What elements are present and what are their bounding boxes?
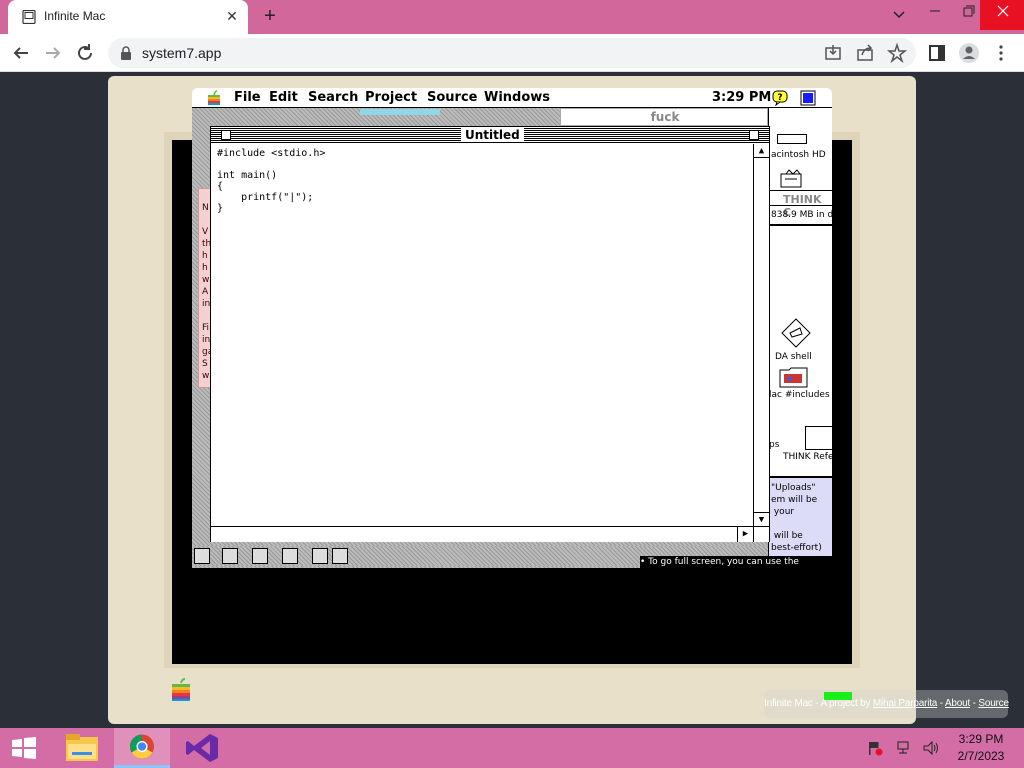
bookmark-star-icon[interactable] xyxy=(884,40,910,66)
window-close-icon[interactable] xyxy=(980,0,1024,30)
source-link[interactable]: Source xyxy=(978,698,1009,709)
think-c-window-titlebar[interactable]: THINK C xyxy=(769,190,832,219)
kebab-menu-icon[interactable] xyxy=(988,40,1014,66)
da-shell-label[interactable]: DA shell xyxy=(775,352,812,362)
background-window-fragment xyxy=(360,109,440,115)
menu-search[interactable]: Search xyxy=(308,90,358,105)
install-app-icon[interactable] xyxy=(820,40,846,66)
menu-windows[interactable]: Windows xyxy=(484,90,550,105)
notification-flag-icon[interactable] xyxy=(866,740,884,756)
browser-toolbar: system7.app xyxy=(0,34,1024,72)
hard-disk-icon[interactable] xyxy=(777,134,807,144)
close-box-icon[interactable] xyxy=(221,130,231,140)
windows-start-icon[interactable] xyxy=(0,728,48,768)
back-arrow-icon[interactable] xyxy=(8,40,34,66)
zoom-box-icon[interactable] xyxy=(749,130,759,140)
url-text: system7.app xyxy=(142,45,222,61)
background-window-title: fuck xyxy=(650,110,680,124)
think-reference-folder-icon[interactable] xyxy=(805,426,832,450)
vertical-scrollbar[interactable]: ▲ ▼ xyxy=(753,144,769,526)
sound-volume-icon[interactable] xyxy=(282,548,298,564)
chrome-icon[interactable] xyxy=(114,728,170,768)
finder-separator xyxy=(769,224,832,226)
menu-clock[interactable]: 3:29 PM xyxy=(712,90,771,105)
lock-icon xyxy=(121,46,131,60)
mac-menu-bar: File Edit Search Project Source Windows … xyxy=(192,88,832,108)
menu-project[interactable]: Project xyxy=(365,90,417,105)
forward-arrow-icon[interactable] xyxy=(40,40,66,66)
untitled-editor-window: Untitled #include <stdio.h> int main() {… xyxy=(210,126,770,542)
finder-desktop-strip: acintosh HD THINK C 838.9 MB in d DA she… xyxy=(768,108,832,568)
address-bar[interactable]: system7.app xyxy=(108,38,916,68)
new-tab-button[interactable]: + xyxy=(260,6,280,26)
grow-box-icon[interactable] xyxy=(753,527,769,542)
visual-studio-icon[interactable] xyxy=(174,728,230,768)
partial-icon-label[interactable]: ps xyxy=(769,440,779,450)
author-link[interactable]: Mihai Parparita xyxy=(873,698,937,709)
profile-avatar-icon[interactable] xyxy=(956,40,982,66)
control-strip-end-icon[interactable] xyxy=(332,548,348,564)
tab-infinite-mac[interactable]: Infinite Mac ✕ xyxy=(8,0,248,34)
taskbar-clock-time[interactable]: 3:29 PM xyxy=(946,732,1016,746)
mac-favicon-icon xyxy=(22,10,36,24)
taskbar-clock-date[interactable]: 2/7/2023 xyxy=(946,749,1016,763)
credits-bar: Infinite Mac - A project by Mihai Parpar… xyxy=(764,690,1009,718)
monitor-depth-icon[interactable] xyxy=(222,548,238,564)
reload-icon[interactable] xyxy=(72,40,98,66)
mac-screen[interactable]: fuck N V th h h w A in Fi in ga S w File… xyxy=(192,88,832,568)
mac-includes-folder-icon[interactable] xyxy=(779,366,809,388)
editor-title: Untitled xyxy=(461,128,524,142)
help-balloon-icon[interactable]: ? xyxy=(772,90,788,106)
mac-includes-label[interactable]: lac #includes xyxy=(769,390,830,400)
volume-icon[interactable] xyxy=(922,740,940,756)
da-shell-icon[interactable] xyxy=(781,318,811,348)
about-link[interactable]: About xyxy=(945,698,970,709)
tab-title: Infinite Mac xyxy=(44,9,106,23)
fullscreen-hint: • To go full screen, you can use the xyxy=(640,556,832,568)
uploads-note-window: "Uploads" em will be your will be best-e… xyxy=(769,476,832,568)
code-text[interactable]: #include <stdio.h> int main() { printf("… xyxy=(217,148,325,214)
scroll-down-arrow-icon[interactable]: ▼ xyxy=(754,512,769,526)
tab-strip: Infinite Mac ✕ + xyxy=(0,0,1024,34)
side-panel-icon[interactable] xyxy=(924,40,950,66)
tab-close-icon[interactable]: ✕ xyxy=(224,8,240,24)
disk-free-space: 838.9 MB in d xyxy=(771,210,832,220)
svg-text:?: ? xyxy=(777,93,782,103)
background-window-titlebar[interactable]: fuck xyxy=(560,108,768,126)
scroll-up-arrow-icon[interactable]: ▲ xyxy=(754,144,769,158)
control-strip-toggle-icon[interactable] xyxy=(194,548,210,564)
credits-prefix: Infinite Mac - A project by xyxy=(764,698,873,709)
activity-indicator xyxy=(824,692,852,700)
credits-separator: - xyxy=(937,698,945,709)
think-reference-label[interactable]: THINK Refe xyxy=(783,452,832,462)
windows-taskbar: 3:29 PM 2/7/2023 xyxy=(0,728,1024,768)
think-c-folder-icon[interactable] xyxy=(777,168,805,188)
file-explorer-icon[interactable] xyxy=(54,728,110,768)
apple-menu-icon[interactable] xyxy=(206,90,222,106)
hard-disk-label[interactable]: acintosh HD xyxy=(771,150,826,160)
scroll-right-arrow-icon[interactable]: ▶ xyxy=(737,527,753,542)
rainbow-apple-logo xyxy=(172,678,190,701)
application-menu-icon[interactable] xyxy=(800,90,816,106)
menu-source[interactable]: Source xyxy=(427,90,477,105)
uploads-note-text: "Uploads" em will be your will be best-e… xyxy=(771,483,822,553)
horizontal-scrollbar[interactable]: ▶ xyxy=(211,526,769,542)
menu-edit[interactable]: Edit xyxy=(269,90,298,105)
desktop-pattern-icon[interactable] xyxy=(252,548,268,564)
network-icon[interactable] xyxy=(896,740,914,756)
menu-file[interactable]: File xyxy=(234,90,261,105)
control-strip-scroll-icon[interactable] xyxy=(312,548,328,564)
code-editor[interactable]: #include <stdio.h> int main() { printf("… xyxy=(211,144,753,526)
editor-titlebar[interactable]: Untitled xyxy=(211,127,769,143)
share-icon[interactable] xyxy=(852,40,878,66)
